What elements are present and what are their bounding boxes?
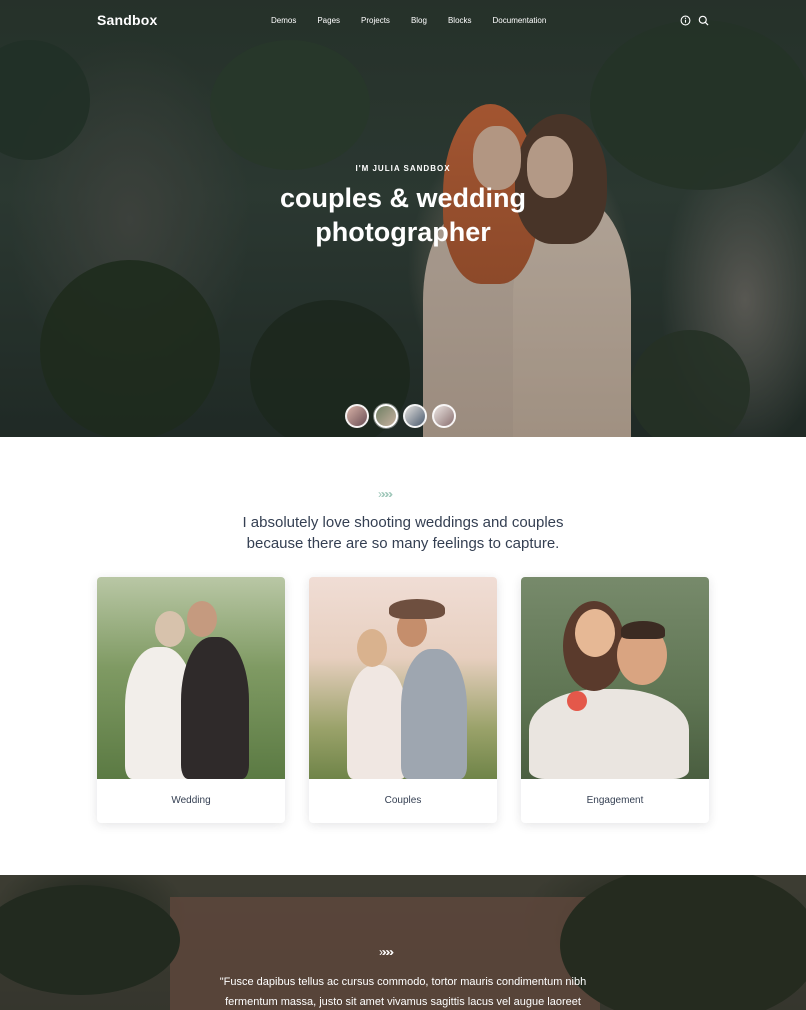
card-couples[interactable]: Couples bbox=[309, 577, 497, 823]
card-label-wedding: Wedding bbox=[171, 795, 211, 806]
brand-logo[interactable]: Sandbox bbox=[97, 12, 158, 28]
intro-text: I absolutely love shooting weddings and … bbox=[153, 512, 653, 554]
nav-item-documentation[interactable]: Documentation bbox=[493, 16, 547, 25]
quote-line2: fermentum massa, justo sit amet vivamus … bbox=[225, 996, 581, 1008]
service-cards: Wedding Couples Engagement bbox=[97, 577, 709, 823]
nav-item-demos[interactable]: Demos bbox=[271, 16, 296, 25]
engagement-photo bbox=[521, 577, 709, 779]
divider-arrows-icon: »»»› bbox=[378, 487, 393, 501]
intro-line1: I absolutely love shooting weddings and … bbox=[242, 514, 564, 531]
testimonial-quote: "Fusce dapibus tellus ac cursus commodo,… bbox=[150, 972, 656, 1010]
card-engagement[interactable]: Engagement bbox=[521, 577, 709, 823]
hero-eyebrow: I'M JULIA SANDBOX bbox=[355, 164, 451, 173]
nav-item-pages[interactable]: Pages bbox=[317, 16, 340, 25]
hero-title-line2: photographer bbox=[315, 217, 491, 247]
wedding-photo bbox=[97, 577, 285, 779]
quote-arrows-icon: »»»› bbox=[379, 945, 394, 959]
quote-line1: "Fusce dapibus tellus ac cursus commodo,… bbox=[219, 976, 587, 988]
slider-thumbnail[interactable] bbox=[345, 404, 369, 428]
hero-slider-thumbnails bbox=[345, 404, 461, 428]
intro-line2: because there are so many feelings to ca… bbox=[246, 535, 560, 552]
hero-section: Sandbox Demos Pages Projects Blog Blocks… bbox=[0, 0, 806, 437]
slider-thumbnail-active[interactable] bbox=[374, 404, 398, 428]
couples-photo bbox=[309, 577, 497, 779]
slider-thumbnail[interactable] bbox=[403, 404, 427, 428]
main-menu: Demos Pages Projects Blog Blocks Documen… bbox=[271, 16, 567, 25]
info-icon[interactable] bbox=[680, 15, 691, 26]
hero-title-line1: couples & wedding bbox=[279, 183, 527, 213]
card-label-engagement: Engagement bbox=[586, 795, 644, 806]
nav-item-blocks[interactable]: Blocks bbox=[448, 16, 472, 25]
card-label-couples: Couples bbox=[384, 795, 422, 806]
hero-title: couples & wedding photographer bbox=[200, 181, 606, 249]
nav-item-projects[interactable]: Projects bbox=[361, 16, 390, 25]
slider-thumbnail[interactable] bbox=[432, 404, 456, 428]
top-navbar: Sandbox Demos Pages Projects Blog Blocks… bbox=[0, 0, 806, 42]
search-icon[interactable] bbox=[698, 15, 709, 26]
nav-item-blog[interactable]: Blog bbox=[411, 16, 427, 25]
card-wedding[interactable]: Wedding bbox=[97, 577, 285, 823]
hero-text: I'M JULIA SANDBOX couples & wedding phot… bbox=[200, 164, 606, 249]
